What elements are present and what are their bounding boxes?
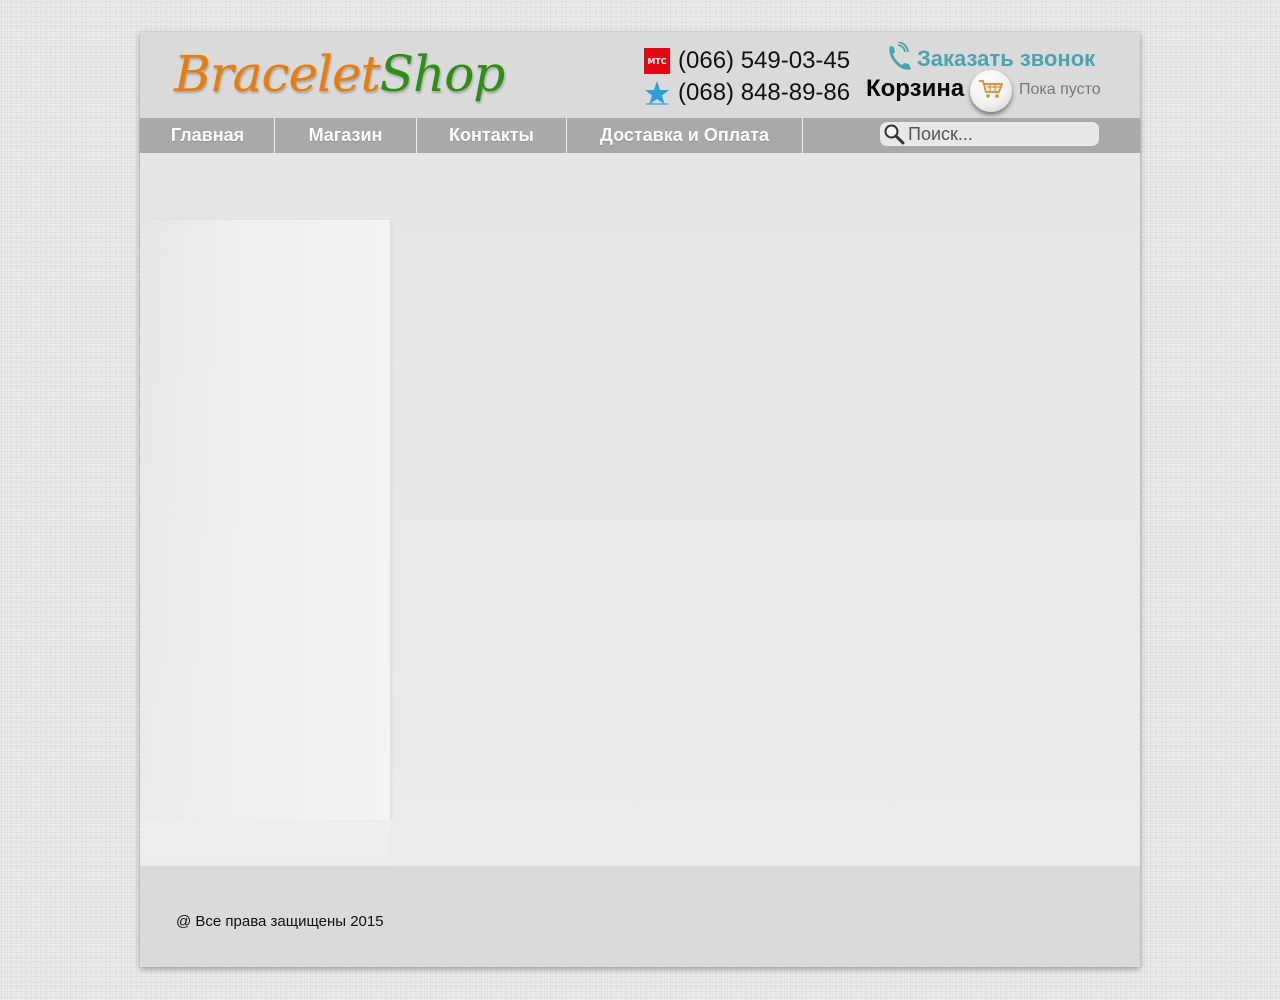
callback-label: Заказать звонок: [917, 46, 1096, 71]
nav-item-delivery-payment[interactable]: Доставка и Оплата: [567, 118, 802, 153]
site-footer: @ Все права защищены 2015: [140, 866, 1140, 967]
phone-number-mts[interactable]: (066) 549-03-45: [678, 47, 850, 75]
sidebar-panel: [140, 220, 390, 900]
nav-item-contacts[interactable]: Контакты: [417, 118, 566, 153]
phone-mts: МТС (066) 549-03-45: [644, 46, 850, 76]
search-input[interactable]: [908, 123, 1093, 145]
site-header: BraceletShop МТС (066) 549-03-45 (068) 8…: [140, 32, 1140, 118]
cart-button[interactable]: [970, 70, 1012, 112]
phone-number-kyivstar[interactable]: (068) 848-89-86: [678, 79, 850, 107]
nav-item-shop[interactable]: Магазин: [275, 118, 416, 153]
search-icon[interactable]: [883, 123, 905, 145]
mts-logo-icon: МТС: [644, 48, 670, 74]
cart-status: Пока пусто: [1019, 81, 1101, 98]
phone-handset-icon: [886, 41, 914, 76]
main-content: [140, 153, 1140, 900]
logo-part-shop: Shop: [379, 45, 506, 103]
logo-part-bracelet: Bracelet: [174, 45, 381, 103]
phone-kyivstar: (068) 848-89-86: [644, 78, 850, 108]
site-logo[interactable]: BraceletShop: [174, 44, 506, 104]
page-container: BraceletShop МТС (066) 549-03-45 (068) 8…: [140, 32, 1140, 967]
nav-divider: [802, 118, 803, 153]
nav-item-home[interactable]: Главная: [140, 118, 275, 153]
search-box[interactable]: [880, 122, 1099, 146]
shopping-cart-icon: [978, 79, 1004, 103]
kyivstar-star-icon: [644, 80, 670, 106]
main-navigation: Главная Магазин Контакты Доставка и Опла…: [140, 118, 1140, 153]
cart-label[interactable]: Корзина: [866, 75, 964, 103]
copyright-text: @ Все права защищены 2015: [176, 913, 384, 930]
